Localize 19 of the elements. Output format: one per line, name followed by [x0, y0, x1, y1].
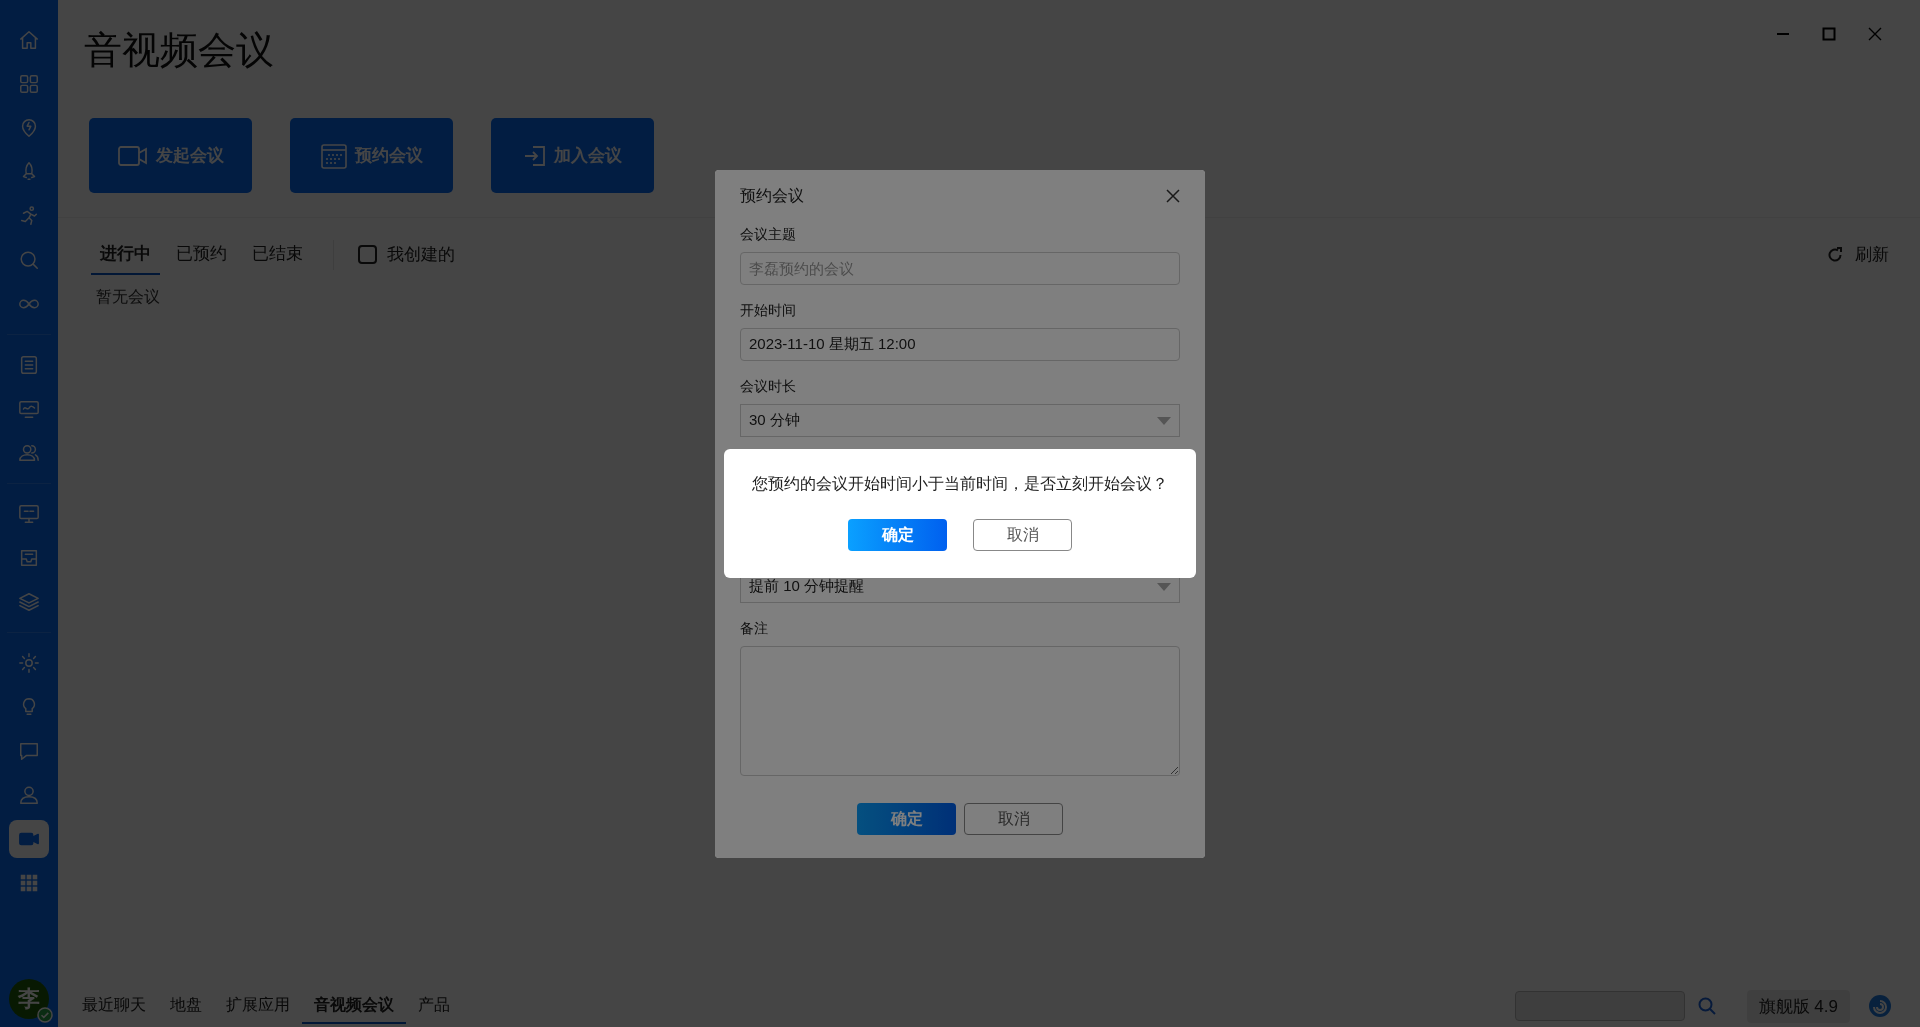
cancel-button[interactable]: 取消: [964, 803, 1063, 835]
confirm-button[interactable]: 确定: [848, 519, 947, 551]
input-field[interactable]: 2023-11-10 星期五 12:00: [740, 328, 1180, 361]
field-label: 备注: [740, 620, 769, 638]
bottom-tab[interactable]: 最近聊天: [70, 988, 158, 1024]
page-title: 音视频会议: [84, 28, 274, 73]
tab[interactable]: 已结束: [243, 234, 312, 275]
field-label: 会议主题: [740, 226, 797, 244]
bottom-tab[interactable]: 地盘: [158, 988, 214, 1024]
dropdown[interactable]: 30 分钟: [740, 404, 1180, 437]
alert-message: 您预约的会议开始时间小于当前时间，是否立刻开始会议？: [752, 474, 1168, 494]
field-label: 开始时间: [740, 302, 797, 320]
cancel-button[interactable]: 取消: [973, 519, 1072, 551]
tab[interactable]: 已预约: [167, 234, 236, 275]
dialog-title: 预约会议: [740, 185, 804, 206]
bottom-tab[interactable]: 扩展应用: [214, 988, 302, 1024]
confirm-button[interactable]: 确定: [857, 803, 956, 835]
bottom-tab[interactable]: 产品: [406, 988, 462, 1024]
field-label: 会议时长: [740, 378, 797, 396]
